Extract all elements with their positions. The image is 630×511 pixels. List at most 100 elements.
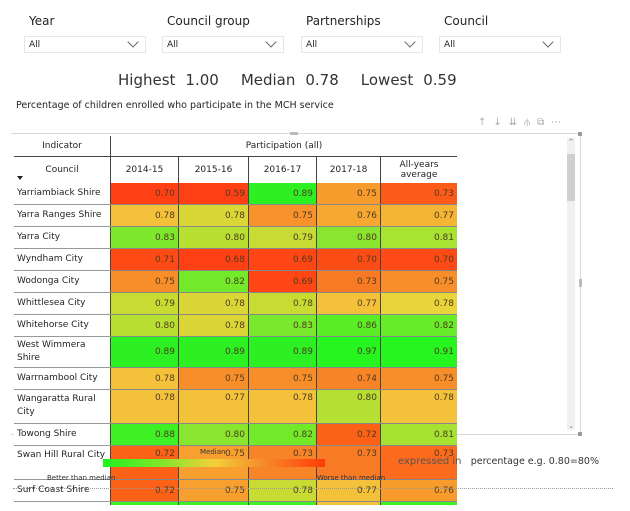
value-cell[interactable]: 0.73 bbox=[316, 270, 381, 293]
value-cell[interactable]: 0.82 bbox=[380, 314, 457, 337]
council-name-cell[interactable]: Whitehorse City bbox=[14, 314, 111, 337]
value-cell[interactable]: 0.78 bbox=[178, 314, 249, 337]
value-cell[interactable]: 0.80 bbox=[178, 226, 249, 249]
council-name-cell[interactable]: Wodonga City bbox=[14, 270, 111, 293]
value-cell[interactable]: 0.78 bbox=[248, 389, 317, 424]
sort-up-icon[interactable]: ↑ bbox=[478, 117, 486, 128]
value-cell[interactable]: 0.75 bbox=[316, 183, 381, 205]
value-cell[interactable]: 0.78 bbox=[178, 292, 249, 315]
value-cell[interactable]: 0.89 bbox=[178, 336, 249, 368]
row-field-council[interactable]: Council bbox=[14, 156, 111, 183]
value-cell[interactable]: 0.75 bbox=[380, 270, 457, 293]
value-cell[interactable]: 0.73 bbox=[380, 183, 457, 205]
value-cell[interactable]: 0.78 bbox=[248, 479, 317, 502]
value-cell[interactable]: 0.81 bbox=[380, 423, 457, 446]
scrollbar-thumb[interactable] bbox=[567, 154, 575, 201]
column-header[interactable]: 2016-17 bbox=[248, 156, 317, 183]
resize-handle-top[interactable] bbox=[290, 132, 298, 135]
value-cell[interactable]: 0.77 bbox=[316, 479, 381, 502]
value-cell[interactable]: 0.78 bbox=[248, 292, 317, 315]
value-cell[interactable]: 0.75 bbox=[110, 270, 179, 293]
value-cell[interactable]: 0.59 bbox=[178, 183, 249, 205]
value-cell[interactable]: 0.71 bbox=[110, 248, 179, 271]
value-cell[interactable]: 0.78 bbox=[380, 292, 457, 315]
value-cell[interactable]: 0.72 bbox=[110, 479, 179, 502]
sort-down-icon[interactable]: ↓ bbox=[493, 117, 501, 128]
value-cell[interactable]: 0.79 bbox=[110, 292, 179, 315]
filter-council-group-dropdown[interactable]: All bbox=[162, 36, 284, 53]
scroll-down-icon[interactable]: ⌄ bbox=[567, 422, 575, 430]
value-cell[interactable]: 0.77 bbox=[380, 204, 457, 227]
value-cell[interactable]: 0.82 bbox=[248, 423, 317, 446]
council-name-cell[interactable]: Yarra Ranges Shire bbox=[14, 204, 111, 227]
council-name-cell[interactable]: Wangaratta Rural City bbox=[14, 389, 111, 424]
column-header[interactable]: 2015-16 bbox=[178, 156, 249, 183]
value-cell[interactable]: 0.80 bbox=[316, 389, 381, 424]
value-cell[interactable]: 0.69 bbox=[248, 248, 317, 271]
value-cell[interactable]: 0.88 bbox=[110, 423, 179, 446]
table-row: Surf Coast Shire 0.72 0.75 0.78 0.77 0.76 bbox=[14, 479, 457, 502]
value-cell[interactable]: 0.89 bbox=[248, 336, 317, 368]
value-cell[interactable]: 0.75 bbox=[178, 479, 249, 502]
value-cell[interactable]: 0.75 bbox=[248, 367, 317, 390]
value-cell[interactable]: 0.83 bbox=[248, 314, 317, 337]
value-cell[interactable]: 0.80 bbox=[110, 314, 179, 337]
value-cell[interactable]: 0.78 bbox=[110, 204, 179, 227]
focus-mode-icon[interactable]: ⧉ bbox=[537, 117, 544, 128]
council-name-cell[interactable]: Wyndham City bbox=[14, 248, 111, 271]
filter-council-dropdown[interactable]: All bbox=[439, 36, 561, 53]
value-cell[interactable]: 0.80 bbox=[178, 423, 249, 446]
value-cell[interactable]: 0.78 bbox=[110, 367, 179, 390]
council-name-cell[interactable]: West Wimmera Shire bbox=[14, 336, 111, 368]
value-cell[interactable]: 0.89 bbox=[110, 336, 179, 368]
column-header[interactable]: 2014-15 bbox=[110, 156, 179, 183]
value-cell[interactable]: 0.70 bbox=[380, 248, 457, 271]
value-cell[interactable]: 0.75 bbox=[178, 367, 249, 390]
council-name-cell[interactable]: Whittlesea City bbox=[14, 292, 111, 315]
resize-corner-top-right[interactable] bbox=[578, 132, 582, 136]
value-cell[interactable]: 0.69 bbox=[248, 270, 317, 293]
council-name-cell[interactable]: Towong Shire bbox=[14, 423, 111, 446]
filter-partnerships-dropdown[interactable]: All bbox=[301, 36, 423, 53]
value-cell[interactable]: 0.76 bbox=[316, 204, 381, 227]
value-cell[interactable]: 0.78 bbox=[380, 389, 457, 424]
value-cell[interactable]: 0.75 bbox=[380, 367, 457, 390]
sort-descending-icon[interactable] bbox=[17, 176, 23, 180]
column-header[interactable]: All-years average bbox=[381, 157, 458, 184]
scroll-up-icon[interactable]: ^ bbox=[567, 138, 575, 146]
value-cell[interactable]: 0.77 bbox=[178, 389, 249, 424]
value-cell[interactable]: 0.83 bbox=[110, 226, 179, 249]
value-cell[interactable]: 0.70 bbox=[110, 183, 179, 205]
value-cell[interactable]: 0.82 bbox=[178, 270, 249, 293]
value-cell[interactable]: 0.97 bbox=[316, 336, 381, 368]
column-header[interactable]: 2017-18 bbox=[316, 156, 381, 183]
resize-handle-right[interactable] bbox=[579, 279, 582, 287]
vertical-scrollbar[interactable]: ^ ⌄ bbox=[567, 138, 575, 430]
value-cell[interactable]: 0.78 bbox=[178, 204, 249, 227]
drill-down-icon[interactable]: ⫛ bbox=[524, 117, 530, 128]
table-row-partial bbox=[14, 501, 457, 505]
chevron-down-icon bbox=[404, 36, 416, 48]
value-cell[interactable]: 0.79 bbox=[248, 226, 317, 249]
value-cell[interactable]: 0.80 bbox=[316, 226, 381, 249]
value-cell[interactable]: 0.86 bbox=[316, 314, 381, 337]
value-cell[interactable]: 0.72 bbox=[316, 423, 381, 446]
council-name-cell[interactable]: Yarra City bbox=[14, 226, 111, 249]
value-cell[interactable]: 0.75 bbox=[248, 204, 317, 227]
council-name-cell[interactable]: Yarriambiack Shire bbox=[14, 183, 111, 205]
council-name-cell[interactable]: Warrnambool City bbox=[14, 367, 111, 390]
filter-year-dropdown[interactable]: All bbox=[24, 36, 146, 53]
more-options-icon[interactable]: ⋯ bbox=[551, 117, 561, 128]
value-cell[interactable]: 0.81 bbox=[380, 226, 457, 249]
value-cell[interactable]: 0.68 bbox=[178, 248, 249, 271]
value-cell[interactable]: 0.77 bbox=[316, 292, 381, 315]
council-name-cell[interactable]: Surf Coast Shire bbox=[14, 479, 111, 502]
value-cell[interactable]: 0.89 bbox=[248, 183, 317, 205]
expand-all-icon[interactable]: ⇊ bbox=[509, 117, 517, 128]
value-cell[interactable]: 0.70 bbox=[316, 248, 381, 271]
value-cell[interactable]: 0.91 bbox=[380, 336, 457, 368]
value-cell[interactable]: 0.74 bbox=[316, 367, 381, 390]
value-cell[interactable]: 0.76 bbox=[380, 479, 457, 502]
resize-corner-bottom-right[interactable] bbox=[578, 432, 582, 436]
value-cell[interactable]: 0.78 bbox=[110, 389, 179, 424]
